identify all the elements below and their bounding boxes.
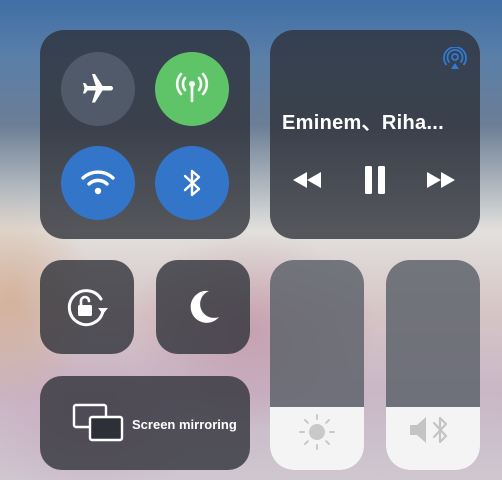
brightness-sun-icon	[270, 412, 364, 452]
rewind-button[interactable]	[290, 166, 324, 194]
screen-mirroring-label: Screen mirroring	[132, 417, 237, 432]
pause-button[interactable]	[360, 164, 390, 196]
cellular-antenna-icon	[172, 69, 212, 109]
wifi-icon	[79, 167, 117, 199]
speaker-icon	[386, 412, 480, 448]
volume-slider[interactable]	[386, 260, 480, 470]
do-not-disturb-toggle[interactable]	[156, 260, 250, 354]
now-playing-title: Eminem、Riha...	[282, 112, 445, 134]
brightness-slider[interactable]	[270, 260, 364, 470]
wifi-toggle[interactable]	[61, 146, 135, 220]
fast-forward-button[interactable]	[424, 166, 458, 194]
bluetooth-icon	[179, 166, 205, 200]
connectivity-panel	[40, 30, 250, 239]
screen-mirroring-button[interactable]: Screen mirroring	[40, 376, 250, 470]
moon-icon	[156, 260, 250, 354]
cellular-data-toggle[interactable]	[155, 52, 229, 126]
pause-icon	[363, 165, 387, 195]
airplay-audio-icon[interactable]	[442, 46, 468, 72]
airplane-icon	[80, 71, 116, 107]
rotation-lock-toggle[interactable]	[40, 260, 134, 354]
rotation-lock-icon	[40, 260, 134, 354]
now-playing-panel[interactable]: Eminem、Riha...	[270, 30, 480, 239]
bluetooth-toggle[interactable]	[155, 146, 229, 220]
rewind-icon	[291, 170, 323, 190]
airplane-mode-toggle[interactable]	[61, 52, 135, 126]
screen-mirroring-icon	[72, 403, 124, 443]
fast-forward-icon	[425, 170, 457, 190]
